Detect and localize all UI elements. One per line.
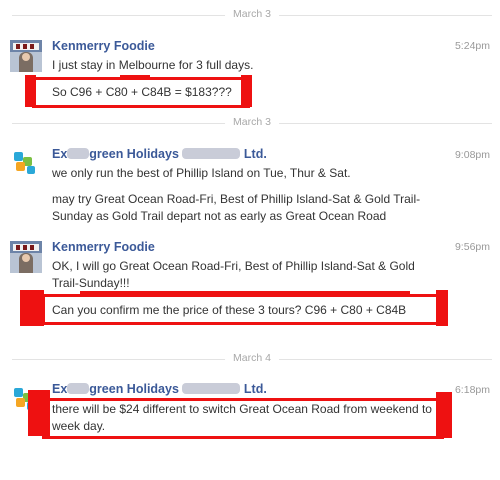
- date-divider: March 3: [12, 116, 492, 130]
- highlight-box: [42, 294, 445, 325]
- highlight-box: [32, 77, 250, 108]
- sender-name-middle: green Holidays: [89, 147, 179, 161]
- sender-name-start: Ex: [52, 382, 68, 396]
- highlight-marker: [20, 290, 44, 326]
- company-logo-icon[interactable]: [10, 148, 42, 180]
- highlight-marker: [436, 392, 452, 438]
- sender-name-middle: green Holidays: [89, 382, 179, 396]
- highlight-marker: [28, 390, 50, 436]
- highlight-marker: [80, 291, 410, 294]
- highlight-marker: [120, 75, 150, 78]
- message-line: OK, I will go Great Ocean Road-Fri, Best…: [52, 259, 415, 290]
- message-time: 9:56pm: [454, 241, 490, 253]
- sender-name-end: Ltd.: [243, 382, 267, 396]
- highlight-box: [42, 398, 444, 439]
- sender-name-end: Ltd.: [243, 147, 267, 161]
- redaction-blur: [182, 383, 241, 394]
- sender-name-start: Ex: [52, 147, 68, 161]
- user-avatar[interactable]: [10, 40, 42, 72]
- message-time: 9:08pm: [454, 149, 490, 161]
- sender-name[interactable]: Kenmerry Foodie: [52, 240, 155, 254]
- redaction-blur: [182, 148, 241, 159]
- redaction-blur: [67, 148, 90, 159]
- redaction-blur: [67, 383, 90, 394]
- date-label: March 4: [225, 352, 279, 364]
- date-label: March 3: [225, 8, 279, 20]
- date-divider: March 3: [12, 8, 492, 22]
- message-line: we only run the best of Phillip Island o…: [52, 166, 351, 180]
- message-line: may try Great Ocean Road-Fri, Best of Ph…: [52, 192, 421, 223]
- highlight-marker: [436, 290, 448, 326]
- sender-name[interactable]: Ex green Holidays Ltd.: [52, 382, 267, 396]
- sender-name[interactable]: Ex green Holidays Ltd.: [52, 147, 267, 161]
- date-divider: March 4: [12, 352, 492, 366]
- message-line: I just stay in Melbourne for 3 full days…: [52, 58, 254, 72]
- highlight-marker: [241, 75, 252, 107]
- sender-name[interactable]: Kenmerry Foodie: [52, 39, 155, 53]
- message-time: 5:24pm: [454, 40, 490, 52]
- date-label: March 3: [225, 116, 279, 128]
- message-time: 6:18pm: [454, 384, 490, 396]
- user-avatar[interactable]: [10, 241, 42, 273]
- highlight-marker: [25, 75, 36, 107]
